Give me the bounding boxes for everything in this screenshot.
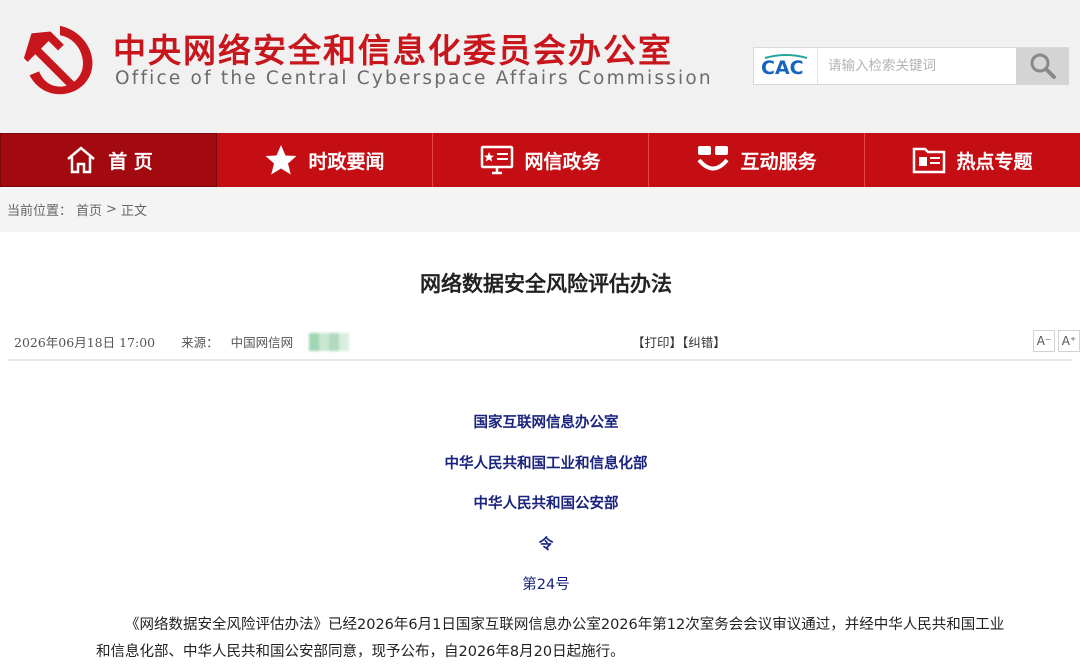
breadcrumb-separator: > bbox=[106, 202, 117, 217]
nav-label-home: 首 页 bbox=[108, 150, 153, 173]
site-subtitle: Office of the Central Cyberspace Affairs… bbox=[115, 68, 713, 89]
meta-divider bbox=[8, 359, 1072, 361]
article-title: 网络数据安全风险评估办法 bbox=[420, 272, 672, 296]
nav-item-interactive[interactable]: 互动服务 bbox=[649, 133, 865, 187]
nav-item-topics[interactable]: 热点专题 bbox=[865, 133, 1080, 187]
issuer-miit: 中华人民共和国工业和信息化部 bbox=[444, 456, 648, 472]
nav-label-affairs: 网信政务 bbox=[524, 150, 601, 173]
nav-item-affairs[interactable]: 网信政务 bbox=[433, 133, 649, 187]
correct-link[interactable]: 【纠错】 bbox=[682, 335, 726, 350]
star-icon bbox=[264, 143, 298, 177]
chat-icon bbox=[696, 143, 730, 177]
order-label: 令 bbox=[538, 537, 554, 553]
party-emblem-icon bbox=[23, 25, 93, 95]
site-header: 中央网络安全和信息化委员会办公室 Office of the Central C… bbox=[0, 0, 1080, 133]
breadcrumb-current: 正文 bbox=[120, 204, 147, 219]
folder-icon bbox=[912, 143, 946, 177]
cac-logo: CAC bbox=[754, 48, 818, 84]
print-link[interactable]: 【打印】 bbox=[632, 335, 682, 350]
svg-text:CAC: CAC bbox=[761, 57, 804, 78]
search-button[interactable] bbox=[1016, 48, 1069, 84]
nav-label-news: 时政要闻 bbox=[308, 150, 385, 173]
home-icon bbox=[64, 143, 98, 177]
blurred-qr-icon bbox=[309, 332, 350, 351]
issuer-cac: 国家互联网信息办公室 bbox=[473, 415, 619, 431]
source-label: 来源： bbox=[181, 335, 219, 350]
article-tools: 【打印】【纠错】 bbox=[632, 332, 726, 351]
order-number: 第24号 bbox=[522, 577, 570, 593]
nav-label-interactive: 互动服务 bbox=[740, 150, 817, 173]
search-box: CAC bbox=[753, 47, 1069, 85]
breadcrumb-home-link[interactable]: 首页 bbox=[76, 200, 102, 219]
font-increase-button[interactable]: A⁺ bbox=[1058, 330, 1080, 352]
main-nav: 首 页 时政要闻 网信政务 互动服务 热点专题 bbox=[0, 133, 1080, 187]
font-decrease-button[interactable]: A⁻ bbox=[1033, 330, 1055, 352]
breadcrumb-prefix: 当前位置： bbox=[7, 204, 73, 219]
nav-item-home[interactable]: 首 页 bbox=[0, 133, 217, 187]
article-meta: 2026年06月18日 17:00 来源： 中国网信网 bbox=[14, 332, 350, 351]
article-body-paragraph: 《网络数据安全风险评估办法》已经2026年6月1日国家互联网信息办公室2026年… bbox=[96, 617, 1005, 660]
search-input[interactable] bbox=[818, 48, 1016, 84]
monitor-icon bbox=[480, 143, 514, 177]
article-source: 中国网信网 bbox=[230, 335, 294, 350]
article-date: 2026年06月18日 17:00 bbox=[14, 335, 156, 350]
font-size-controls: A⁻ A⁺ bbox=[1033, 330, 1080, 352]
cac-logo-icon: CAC bbox=[761, 54, 807, 78]
issuer-mps: 中华人民共和国公安部 bbox=[473, 496, 619, 512]
nav-item-news[interactable]: 时政要闻 bbox=[217, 133, 433, 187]
nav-label-topics: 热点专题 bbox=[956, 150, 1033, 173]
search-icon bbox=[1030, 53, 1056, 79]
breadcrumb: 当前位置： 首页 > 正文 bbox=[0, 187, 1080, 232]
site-title: 中央网络安全和信息化委员会办公室 bbox=[113, 31, 673, 70]
